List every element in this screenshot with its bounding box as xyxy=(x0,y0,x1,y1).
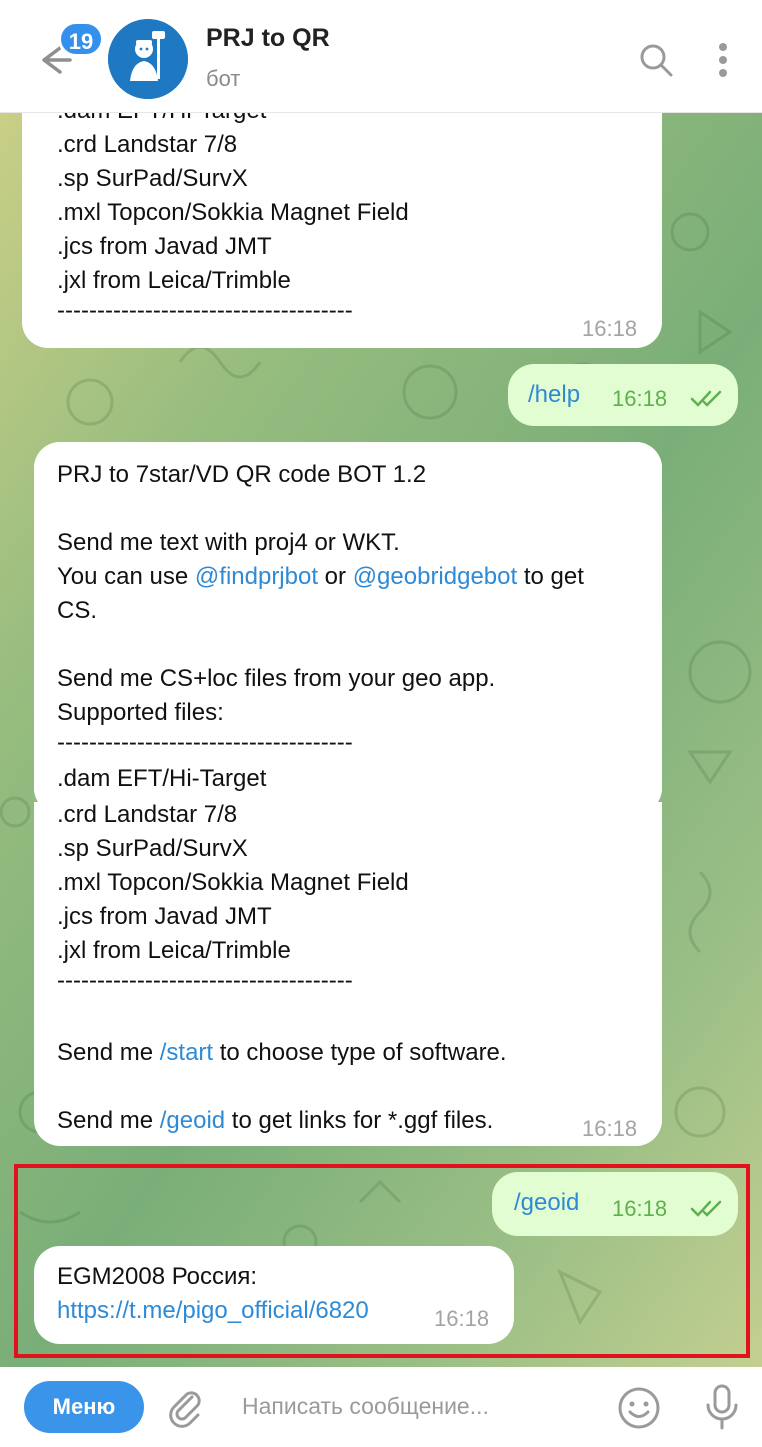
start-command-link[interactable]: /start xyxy=(160,1039,213,1066)
command-link[interactable]: /help xyxy=(528,378,580,412)
message-line: .sp SurPad/SurvX xyxy=(57,165,248,192)
chat-title[interactable]: PRJ to QR xyxy=(206,24,330,53)
search-icon[interactable] xyxy=(636,40,676,80)
message-line: .jxl from Leica/Trimble xyxy=(57,267,291,294)
message-line: Send me /geoid to get links for *.ggf fi… xyxy=(57,1107,494,1134)
message-line: .mxl Topcon/Sokkia Magnet Field xyxy=(57,199,409,226)
bot-avatar[interactable] xyxy=(108,19,188,99)
message-line: .dam EFT/Hi-Target xyxy=(57,112,266,128)
message-line: .dam EFT/Hi-Target xyxy=(57,765,267,792)
message-line: Supported files: xyxy=(57,699,224,726)
message-time: 16:18 xyxy=(582,1116,638,1141)
incoming-message-body: PRJ to 7star/VD QR code BOT 1.2 Send me … xyxy=(34,442,662,814)
outgoing-message: /help 16:18 xyxy=(508,364,738,426)
message-line: Send me CS+loc files from your geo app. xyxy=(57,665,496,692)
incoming-message: .dam EFT/Hi-Target .crd Landstar 7/8 .sp… xyxy=(22,112,662,348)
message-line: Send me /start to choose type of softwar… xyxy=(57,1039,507,1066)
message-line: PRJ to 7star/VD QR code BOT 1.2 xyxy=(57,461,427,488)
message-line: .jcs from Javad JMT xyxy=(57,233,272,260)
chat-subtitle: бот xyxy=(206,66,241,91)
incoming-message-body-cont: .crd Landstar 7/8 .sp SurPad/SurvX .mxl … xyxy=(34,801,662,1146)
message-line: ------------------------------------- xyxy=(57,729,353,756)
bot-mention-link[interactable]: @findprjbot xyxy=(195,563,318,590)
attach-icon[interactable] xyxy=(164,1385,208,1429)
menu-button[interactable]: Меню xyxy=(24,1381,144,1433)
message-time: 16:18 xyxy=(582,316,638,341)
message-line: .crd Landstar 7/8 xyxy=(57,131,238,158)
emoji-icon[interactable] xyxy=(616,1385,662,1431)
message-line: .jxl from Leica/Trimble xyxy=(57,937,291,964)
unread-count-badge: 19 xyxy=(58,21,104,57)
message-line: .crd Landstar 7/8 xyxy=(57,801,238,828)
chat-header: 19 PRJ to QR бот xyxy=(0,0,762,113)
more-options-icon[interactable] xyxy=(708,40,738,80)
message-line: You can use @findprjbot or @geobridgebot… xyxy=(57,563,584,590)
message-line: .sp SurPad/SurvX xyxy=(57,835,248,862)
microphone-icon[interactable] xyxy=(704,1383,740,1431)
message-line: .jcs from Javad JMT xyxy=(57,903,272,930)
message-input-bar: Меню Написать сообщение... xyxy=(0,1367,762,1447)
message-line: Send me text with proj4 or WKT. xyxy=(57,529,400,556)
message-input[interactable]: Написать сообщение... xyxy=(242,1393,489,1420)
bot-mention-link[interactable]: @geobridgebot xyxy=(353,563,517,590)
highlight-box xyxy=(14,1164,750,1358)
message-line: ------------------------------------- xyxy=(57,297,353,324)
message-line: ------------------------------------- xyxy=(57,967,353,994)
geoid-command-link[interactable]: /geoid xyxy=(160,1107,225,1134)
message-time: 16:18 xyxy=(612,386,668,411)
message-line: .mxl Topcon/Sokkia Magnet Field xyxy=(57,869,409,896)
message-line: CS. xyxy=(57,597,98,624)
read-checkmarks-icon xyxy=(690,390,722,407)
